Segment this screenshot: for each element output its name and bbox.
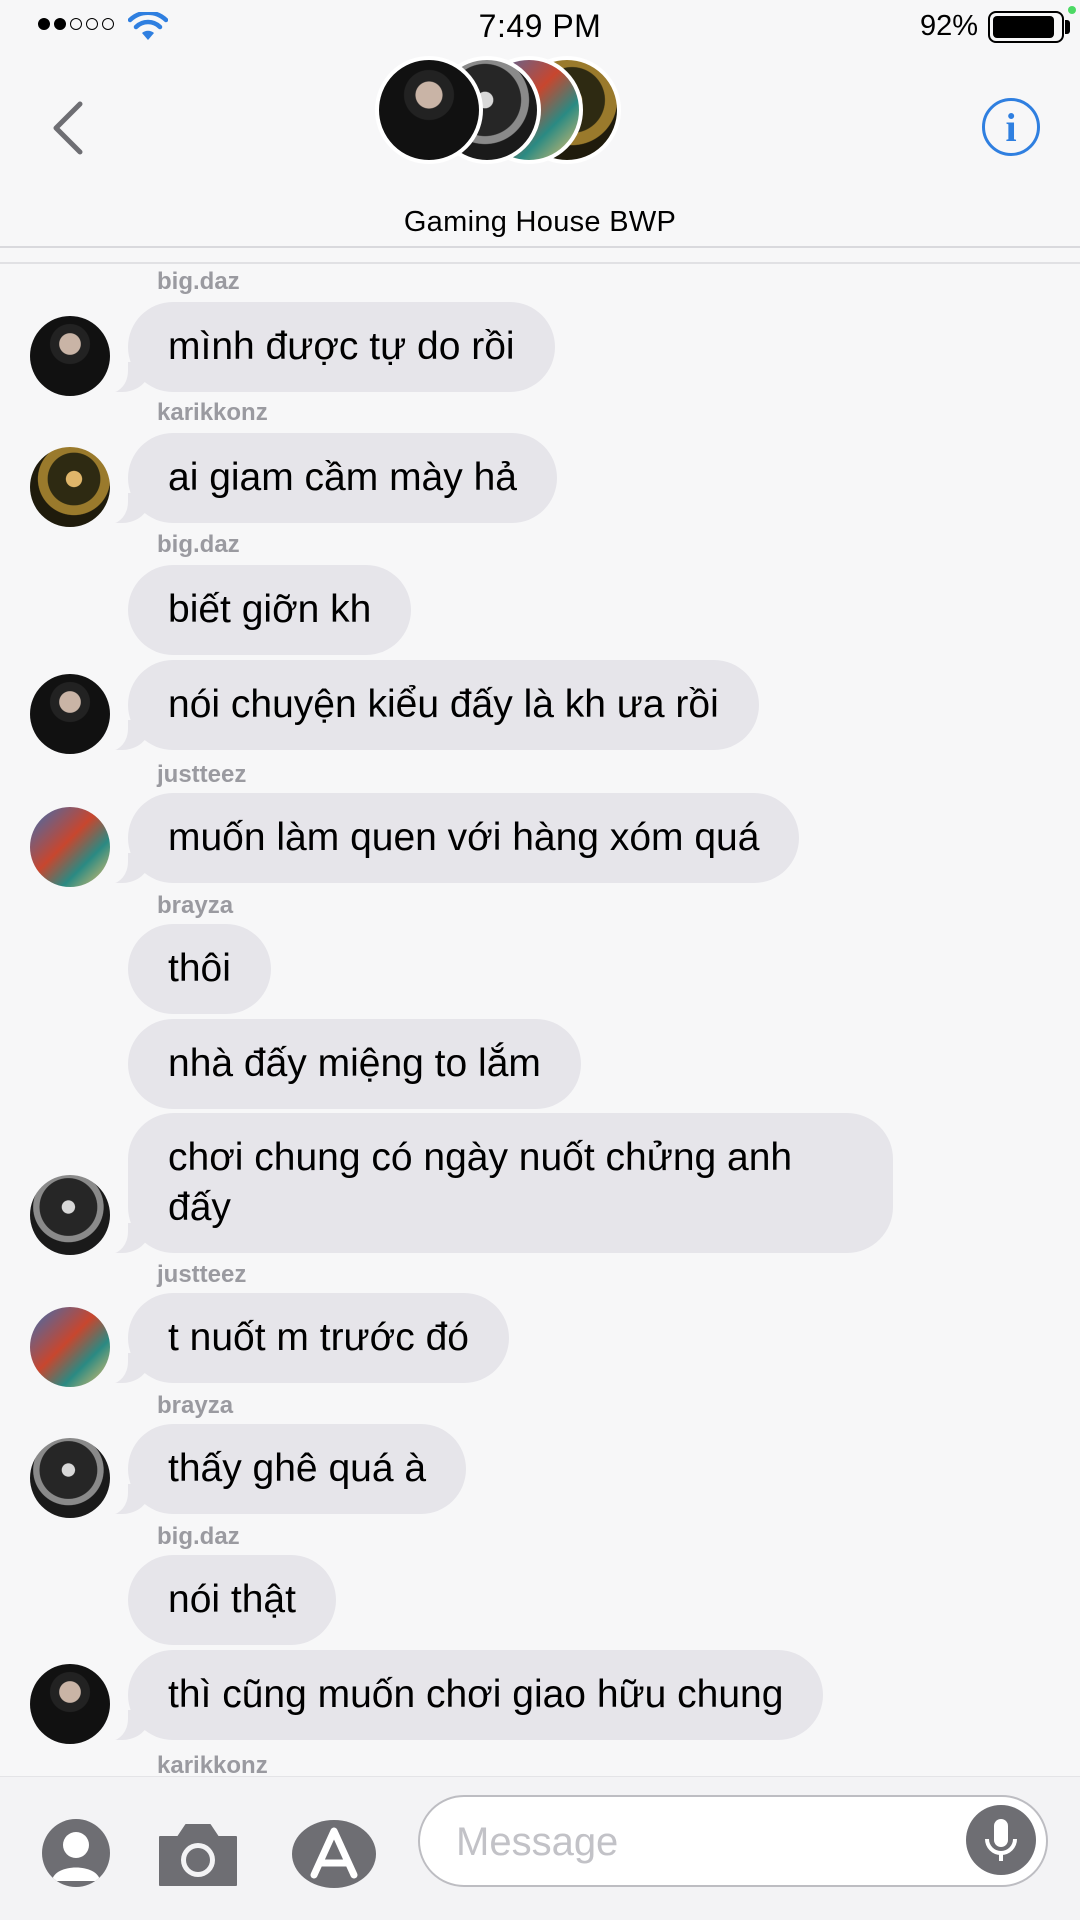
message-bubble[interactable]: nói thật	[128, 1555, 336, 1645]
app-store-icon[interactable]	[290, 1819, 380, 1889]
message-bubble[interactable]: thấy ghê quá à	[99, 1424, 467, 1515]
battery-tip	[1065, 20, 1070, 34]
message-input[interactable]	[456, 1817, 936, 1867]
sender-label: big.daz	[157, 531, 240, 558]
message-input-field[interactable]	[418, 1795, 1048, 1887]
sender-avatar[interactable]	[30, 807, 110, 887]
message-bubble[interactable]: nhà đấy miệng to lắm	[128, 1019, 581, 1109]
sender-avatar[interactable]	[30, 1175, 110, 1255]
sender-label: justteez	[157, 1261, 247, 1288]
sender-avatar[interactable]	[30, 674, 110, 754]
message-bubble[interactable]: thôi	[128, 924, 271, 1014]
group-avatar-stack[interactable]	[375, 56, 625, 166]
sender-label: big.daz	[157, 268, 240, 295]
sender-label: big.daz	[157, 1523, 240, 1550]
group-name[interactable]: Gaming House BWP	[0, 206, 1080, 239]
sender-avatar[interactable]	[30, 316, 110, 396]
message-bubble[interactable]: chơi chung có ngày nuốt chửng anh đấy	[100, 1113, 893, 1254]
message-bubble[interactable]: biết giỡn kh	[128, 565, 412, 655]
sender-avatar[interactable]	[30, 1664, 110, 1744]
message-bubble[interactable]: ai giam cầm mày hả	[100, 433, 557, 524]
sender-label: justteez	[157, 761, 247, 788]
sender-label: brayza	[157, 892, 234, 919]
group-avatar-1	[375, 56, 483, 164]
info-glyph: i	[1005, 104, 1017, 150]
typing-sender-label: karikkonz	[157, 1752, 268, 1779]
message-bubble[interactable]: nói chuyện kiểu đấy là kh ưa rồi	[100, 660, 759, 751]
mic-in-use-indicator	[1068, 6, 1076, 14]
battery-percentage: 92%	[919, 10, 978, 42]
conversation-header: Gaming House BWP i	[0, 52, 1080, 248]
status-bar: 7:49 PM 92%	[0, 0, 1080, 52]
status-time: 7:49 PM	[478, 8, 602, 44]
sender-avatar[interactable]	[30, 1307, 110, 1387]
sender-label: brayza	[157, 1392, 234, 1419]
message-bubble[interactable]: muốn làm quen với hàng xóm quá	[99, 793, 800, 884]
sender-label: karikkonz	[157, 399, 268, 426]
message-bubble[interactable]: mình được tự do rồi	[100, 302, 555, 393]
battery-icon	[988, 11, 1064, 43]
camera-icon[interactable]	[156, 1819, 240, 1889]
contact-icon[interactable]	[42, 1819, 110, 1887]
microphone-icon[interactable]	[966, 1805, 1036, 1875]
message-bubble[interactable]: thì cũng muốn chơi giao hữu chung	[99, 1650, 824, 1741]
sender-avatar[interactable]	[30, 447, 110, 527]
message-bubble[interactable]: t nuốt m trước đó	[100, 1293, 509, 1384]
compose-bar	[0, 1776, 1080, 1920]
sender-avatar[interactable]	[30, 1438, 110, 1518]
header-divider	[0, 262, 1080, 264]
info-icon[interactable]: i	[982, 98, 1040, 156]
chevron-left-icon[interactable]	[46, 98, 90, 158]
